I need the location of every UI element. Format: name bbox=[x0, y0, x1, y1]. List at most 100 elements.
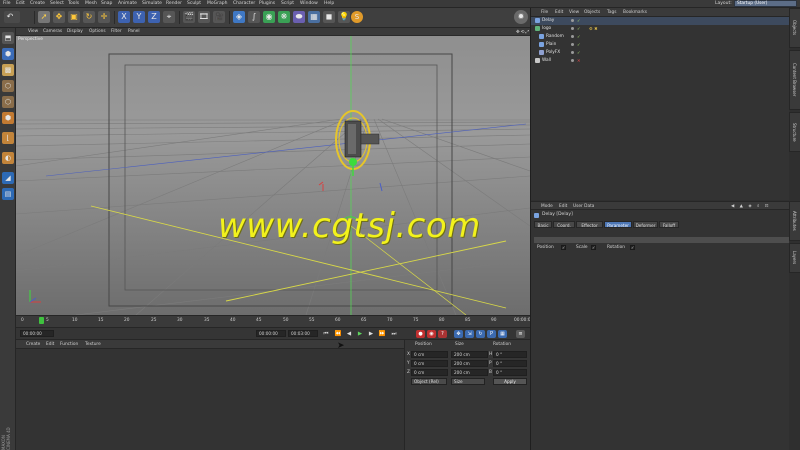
next-frame-icon[interactable]: ▶ bbox=[367, 330, 375, 338]
add-icon[interactable]: ✛ bbox=[98, 11, 110, 23]
material-menu-texture[interactable]: Texture bbox=[85, 342, 101, 347]
size-z-field[interactable]: 200 cm bbox=[451, 369, 488, 376]
tag-icon[interactable]: ⚙ ✖ bbox=[589, 26, 598, 31]
visibility-dot[interactable] bbox=[571, 27, 574, 30]
size-x-field[interactable]: 200 cm bbox=[451, 351, 488, 358]
scale-icon[interactable]: ▣ bbox=[68, 11, 80, 23]
object-row-delay[interactable]: Delay ✓ bbox=[531, 17, 789, 25]
light-icon[interactable]: 💡 bbox=[338, 11, 350, 23]
menu-help[interactable]: Help bbox=[324, 1, 334, 6]
preview-time-field[interactable]: 00:00:00 bbox=[256, 330, 286, 337]
object-row-polyfx[interactable]: PolyFX ✓ bbox=[531, 49, 789, 57]
end-time-field[interactable]: 00:03:00 bbox=[288, 330, 318, 337]
position-y-field[interactable]: 0 cm bbox=[411, 360, 448, 367]
start-time-field[interactable]: 00:00:00 bbox=[20, 330, 54, 337]
side-tab-structure[interactable]: Structure bbox=[789, 112, 800, 152]
perspective-viewport[interactable]: Perspective bbox=[16, 36, 530, 315]
rotation-b-field[interactable]: 0 ° bbox=[493, 369, 527, 376]
y-axis-icon[interactable]: Y bbox=[133, 11, 145, 23]
points-mode-icon[interactable]: ⬡ bbox=[2, 80, 14, 92]
menu-plugins[interactable]: Plugins bbox=[259, 1, 275, 6]
python-icon[interactable]: S bbox=[351, 11, 363, 23]
am-menu-mode[interactable]: Mode bbox=[541, 204, 553, 209]
timeline-menu-icon[interactable]: ≡ bbox=[516, 330, 525, 338]
model-mode-icon[interactable]: ⬢ bbox=[2, 48, 14, 60]
visibility-dot[interactable] bbox=[571, 35, 574, 38]
floor-icon[interactable]: ▦ bbox=[308, 11, 320, 23]
spline-pen-icon[interactable]: ∫ bbox=[248, 11, 260, 23]
workplane-icon[interactable]: ▤ bbox=[2, 188, 14, 200]
timeline-playhead[interactable] bbox=[38, 317, 44, 324]
am-nav-icons[interactable]: ◀ ▲ ◈ ⌕ ⊡ bbox=[731, 204, 770, 209]
viewport-menu-view[interactable]: View bbox=[28, 29, 38, 34]
key-position-icon[interactable]: ✥ bbox=[454, 330, 463, 338]
axis-mode-icon[interactable]: ⌊ bbox=[2, 132, 14, 144]
viewport-menu-cameras[interactable]: Cameras bbox=[43, 29, 62, 34]
param-position-checkbox[interactable]: ✓ bbox=[561, 245, 566, 250]
enabled-check[interactable]: ✓ bbox=[577, 26, 581, 31]
menu-snap[interactable]: Snap bbox=[101, 1, 112, 6]
keyframe-selection-icon[interactable]: ? bbox=[438, 330, 447, 338]
make-editable-icon[interactable]: ⬒ bbox=[2, 32, 14, 44]
material-menu-function[interactable]: Function bbox=[60, 342, 78, 347]
layout-dropdown[interactable]: Startup (User) bbox=[734, 0, 797, 7]
visibility-dot[interactable] bbox=[571, 51, 574, 54]
tab-falloff[interactable]: Falloff bbox=[659, 221, 679, 228]
z-axis-icon[interactable]: Z bbox=[148, 11, 160, 23]
enabled-check[interactable]: ✓ bbox=[577, 18, 581, 23]
record-icon[interactable]: ● bbox=[416, 330, 425, 338]
array-icon[interactable]: ❋ bbox=[278, 11, 290, 23]
om-menu-view[interactable]: View bbox=[569, 10, 579, 15]
cube-icon[interactable]: ◈ bbox=[233, 11, 245, 23]
menu-character[interactable]: Character bbox=[233, 1, 255, 6]
texture-mode-icon[interactable]: ▩ bbox=[2, 64, 14, 76]
menu-window[interactable]: Window bbox=[300, 1, 318, 6]
size-mode-dropdown[interactable]: Size bbox=[451, 378, 485, 385]
tab-coord[interactable]: Coord. bbox=[553, 221, 575, 228]
menu-create[interactable]: Create bbox=[30, 1, 45, 6]
x-axis-icon[interactable]: X bbox=[118, 11, 130, 23]
next-key-icon[interactable]: ⏩ bbox=[378, 330, 386, 338]
visibility-dot[interactable] bbox=[571, 43, 574, 46]
goto-end-icon[interactable]: ⏭ bbox=[390, 330, 398, 338]
tab-parameter[interactable]: Parameter bbox=[604, 221, 632, 228]
prev-frame-icon[interactable]: ◀ bbox=[345, 330, 353, 338]
goto-start-icon[interactable]: ⏮ bbox=[322, 330, 330, 338]
enabled-check[interactable]: ✓ bbox=[577, 42, 581, 47]
material-manager-area[interactable] bbox=[16, 349, 404, 450]
menu-render[interactable]: Render bbox=[166, 1, 182, 6]
autokey-icon[interactable]: ◉ bbox=[427, 330, 436, 338]
am-menu-userdata[interactable]: User Data bbox=[573, 204, 594, 209]
render-region-icon[interactable]: 🎬 bbox=[183, 11, 195, 23]
viewport-menu-panel[interactable]: Panel bbox=[128, 29, 140, 34]
visibility-dot[interactable] bbox=[571, 19, 574, 22]
gear-icon[interactable]: ✹ bbox=[514, 10, 528, 24]
enabled-check[interactable]: ✓ bbox=[577, 34, 581, 39]
key-scale-icon[interactable]: ⇲ bbox=[465, 330, 474, 338]
param-scale-checkbox[interactable]: ✓ bbox=[591, 245, 596, 250]
material-menu-create[interactable]: Create bbox=[26, 342, 40, 347]
side-tab-attributes[interactable]: Attributes bbox=[789, 201, 800, 241]
menu-sculpt[interactable]: Sculpt bbox=[187, 1, 201, 6]
menu-script[interactable]: Script bbox=[281, 1, 294, 6]
position-x-field[interactable]: 0 cm bbox=[411, 351, 448, 358]
om-menu-edit[interactable]: Edit bbox=[555, 10, 563, 15]
om-menu-file[interactable]: File bbox=[541, 10, 548, 15]
side-tab-content-browser[interactable]: Content Browser bbox=[789, 50, 800, 110]
menu-edit[interactable]: Edit bbox=[16, 1, 25, 6]
rotate-icon[interactable]: ↻ bbox=[83, 11, 95, 23]
tab-effector[interactable]: Effector bbox=[576, 221, 603, 228]
viewport-menu-filter[interactable]: Filter bbox=[111, 29, 122, 34]
play-icon[interactable]: ▶ bbox=[356, 330, 364, 338]
menu-tools[interactable]: Tools bbox=[68, 1, 79, 6]
enabled-check[interactable]: ✓ bbox=[577, 50, 581, 55]
object-row-logo[interactable]: logo ✓ ⚙ ✖ bbox=[531, 25, 789, 33]
visibility-dot[interactable] bbox=[571, 59, 574, 62]
camera-icon[interactable]: ◼ bbox=[323, 11, 335, 23]
menu-mesh[interactable]: Mesh bbox=[85, 1, 97, 6]
am-menu-edit[interactable]: Edit bbox=[559, 204, 567, 209]
polygons-mode-icon[interactable]: ⬢ bbox=[2, 112, 14, 124]
move-select-icon[interactable]: ➚ bbox=[38, 11, 50, 23]
disabled-cross[interactable]: ✕ bbox=[577, 58, 581, 63]
prev-key-icon[interactable]: ⏪ bbox=[334, 330, 342, 338]
